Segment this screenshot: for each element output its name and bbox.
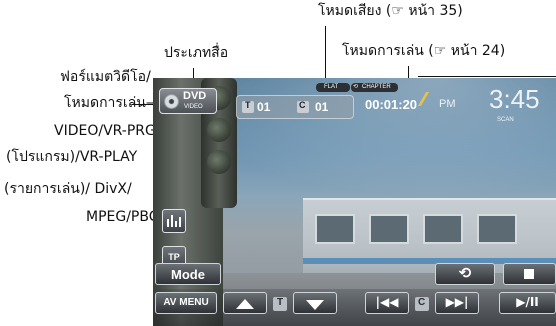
- title-icon: T: [242, 100, 254, 113]
- play-mode-tag: ⟲ CHAPTER: [351, 83, 398, 92]
- title-chapter-indicator: T 01 C 01: [236, 95, 354, 119]
- next-icon: ▶▶|: [445, 295, 469, 309]
- train-window: [477, 214, 517, 244]
- media-source-button[interactable]: DVD VIDEO: [159, 88, 217, 114]
- ampm-indicator: PM: [439, 98, 456, 110]
- play-mode-leader-h: [418, 76, 556, 77]
- media-type-caption: ประเภทสื่อ: [164, 45, 229, 61]
- play-mode-caption: โหมดการเล่น (☞ หน้า 24): [342, 43, 506, 59]
- up-arrow-icon: [236, 299, 254, 309]
- av-menu-label: AV MENU: [163, 297, 209, 308]
- sound-mode-tag: FLAT: [316, 83, 350, 92]
- scan-indicator: SCAN: [497, 117, 514, 123]
- title-number: 01: [257, 100, 271, 114]
- caption-line: MPEG/PBC: [86, 209, 159, 225]
- tp-label: TP: [168, 252, 180, 262]
- repeat-icon: ⟲: [353, 84, 359, 90]
- disc-label: DVD: [183, 90, 207, 102]
- chapter-mini-icon: C: [415, 297, 429, 311]
- caption-line: ฟอร์แมตวิดีโอ/: [60, 69, 151, 85]
- play-pause-button[interactable]: ▶/II: [499, 292, 556, 314]
- title-mini-icon: T: [273, 297, 287, 311]
- chapter-number: 01: [315, 100, 329, 114]
- chapter-icon: C: [297, 100, 309, 113]
- sound-mode-leader: [325, 26, 326, 86]
- previous-icon: |◀◀: [375, 295, 399, 309]
- caption-line: (รายการเล่น)/ DivX/: [4, 181, 132, 197]
- train-window: [315, 214, 355, 244]
- down-arrow-icon: [306, 300, 324, 310]
- mode-button[interactable]: Mode: [155, 263, 221, 285]
- caption-line: โหมดการเล่น—: [64, 95, 160, 111]
- repeat-button[interactable]: ⟲: [435, 263, 495, 285]
- elapsed-time: 00:01:20: [365, 97, 418, 112]
- av-menu-button[interactable]: AV MENU: [155, 292, 217, 314]
- caption-line: VIDEO/VR-PRG: [54, 123, 156, 139]
- sound-mode-caption: โหมดเสียง (☞ หน้า 35): [318, 3, 463, 19]
- repeat-icon: ⟲: [458, 264, 472, 282]
- train-window: [369, 214, 409, 244]
- clock: 3:45: [489, 84, 540, 114]
- device-screen: DVD VIDEO FLAT ⟲ CHAPTER T 01 C 01 00:01…: [153, 78, 556, 326]
- stop-icon: [524, 269, 534, 279]
- signal-lamp: [207, 150, 231, 174]
- sound-mode-value: FLAT: [324, 84, 339, 90]
- video-format-label: VIDEO: [184, 104, 203, 110]
- signal-lamp: [207, 118, 231, 142]
- title-up-button[interactable]: [223, 292, 267, 314]
- train-window: [423, 214, 463, 244]
- equalizer-button[interactable]: [162, 209, 186, 233]
- caption-line: (โปรแกรม)/VR-PLAY: [6, 149, 138, 165]
- play-mode-value: CHAPTER: [362, 84, 391, 90]
- play-pause-icon: ▶/II: [516, 295, 539, 309]
- mode-label: Mode: [171, 267, 205, 282]
- next-button[interactable]: ▶▶|: [435, 292, 479, 314]
- previous-button[interactable]: |◀◀: [365, 292, 409, 314]
- title-down-button[interactable]: [293, 292, 337, 314]
- stop-button[interactable]: [503, 263, 556, 285]
- disc-icon: [164, 94, 179, 109]
